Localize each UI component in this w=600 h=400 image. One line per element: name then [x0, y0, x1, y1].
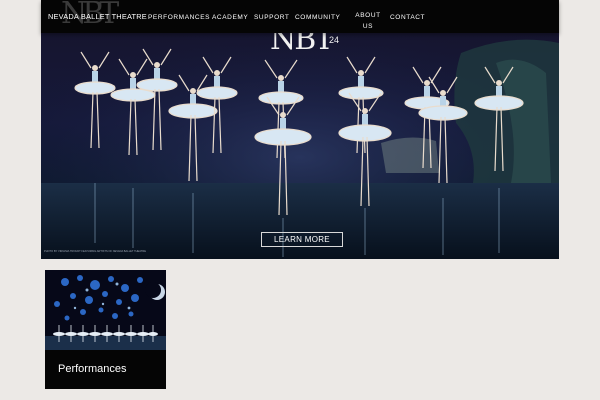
nav-performances[interactable]: PERFORMANCES [148, 14, 210, 21]
top-navigation-bar: NBT NEVADA BALLET THEATRE PERFORMANCES A… [41, 0, 559, 33]
brand-name: NEVADA BALLET THEATRE [48, 12, 147, 21]
performances-card-label: Performances [58, 363, 127, 375]
nav-contact[interactable]: CONTACT [390, 14, 425, 21]
photo-credit: PHOTO BY VIRGINIA TROUDT FEATURING ARTIS… [44, 250, 146, 253]
brand-logo[interactable]: NBT NEVADA BALLET THEATRE [48, 0, 147, 31]
hero-logo: NBT [270, 33, 334, 57]
hero-banner: NBT 24 LEARN MORE PHOTO BY VIRGINIA TROU… [41, 33, 559, 259]
nav-about-us[interactable]: ABOUT US [355, 10, 381, 32]
nav-academy[interactable]: ACADEMY [212, 14, 248, 21]
performances-card[interactable]: Performances [45, 270, 166, 389]
hero-logo-season: 24 [329, 35, 340, 45]
hero-photo [41, 33, 559, 259]
nav-support[interactable]: SUPPORT [254, 14, 290, 21]
nav-community[interactable]: COMMUNITY [295, 14, 340, 21]
learn-more-button[interactable]: LEARN MORE [261, 232, 343, 247]
